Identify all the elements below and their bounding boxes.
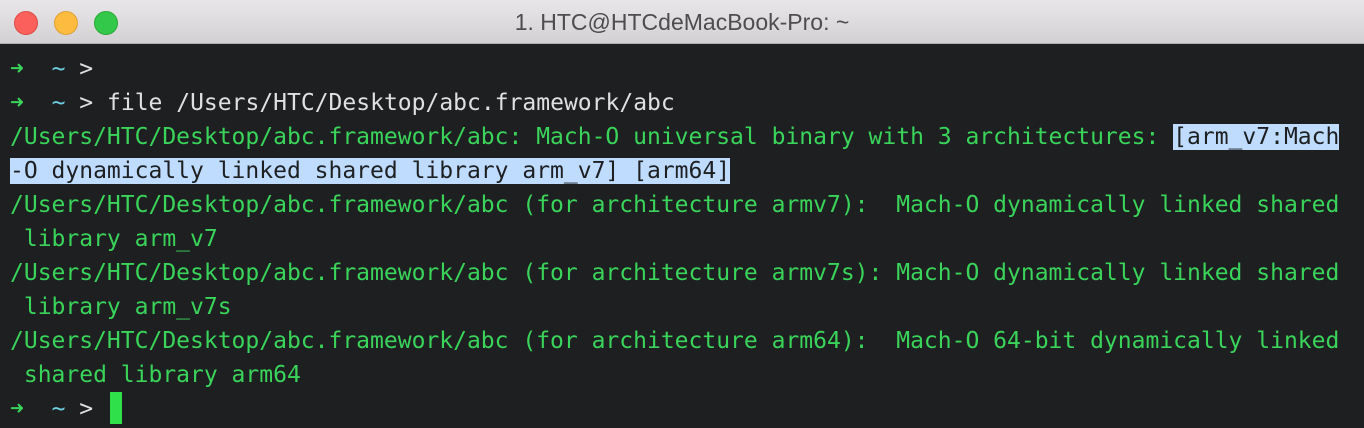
prompt-dir: ~ bbox=[51, 90, 66, 116]
output-line: -O dynamically linked shared library arm… bbox=[10, 154, 731, 188]
output-line: /Users/HTC/Desktop/abc.framework/abc (fo… bbox=[10, 328, 1340, 354]
output-text: /Users/HTC/Desktop/abc.framework/abc: Ma… bbox=[10, 124, 1174, 150]
output-line: /Users/HTC/Desktop/abc.framework/abc: Ma… bbox=[10, 120, 1340, 154]
prompt-dir: ~ bbox=[51, 56, 66, 82]
output-line: library arm_v7s bbox=[10, 294, 232, 320]
prompt-symbol: > bbox=[79, 56, 94, 82]
output-line: /Users/HTC/Desktop/abc.framework/abc (fo… bbox=[10, 192, 1340, 218]
terminal-window: 1. HTC@HTCdeMacBook-Pro: ~ ➜ ~ > ➜ ~ > f… bbox=[0, 0, 1364, 428]
title-bar[interactable]: 1. HTC@HTCdeMacBook-Pro: ~ bbox=[0, 0, 1364, 44]
output-line: /Users/HTC/Desktop/abc.framework/abc (fo… bbox=[10, 260, 1340, 286]
prompt-arrow-icon: ➜ bbox=[10, 56, 24, 82]
output-line: shared library arm64 bbox=[10, 362, 301, 388]
window-title: 1. HTC@HTCdeMacBook-Pro: ~ bbox=[514, 9, 850, 35]
selected-text: [arm_v7:Mach bbox=[1173, 124, 1340, 150]
prompt-symbol: > bbox=[79, 396, 94, 422]
command-line: ➜ ~ > file /Users/HTC/Desktop/abc.framew… bbox=[10, 86, 675, 120]
prompt-arrow-icon: ➜ bbox=[10, 90, 24, 116]
selected-text: -O dynamically linked shared library arm… bbox=[10, 158, 731, 184]
output-line: library arm_v7 bbox=[10, 226, 218, 252]
prompt-dir: ~ bbox=[51, 396, 66, 422]
terminal-content[interactable]: ➜ ~ > ➜ ~ > file /Users/HTC/Desktop/abc.… bbox=[0, 44, 1364, 428]
prompt-symbol: > bbox=[79, 90, 94, 116]
command-text: file /Users/HTC/Desktop/abc.framework/ab… bbox=[107, 90, 675, 116]
prompt-line: ➜ ~ > bbox=[10, 52, 93, 86]
prompt-line: ➜ ~ > bbox=[10, 392, 93, 426]
terminal-cursor bbox=[110, 392, 122, 424]
prompt-arrow-icon: ➜ bbox=[10, 396, 24, 422]
